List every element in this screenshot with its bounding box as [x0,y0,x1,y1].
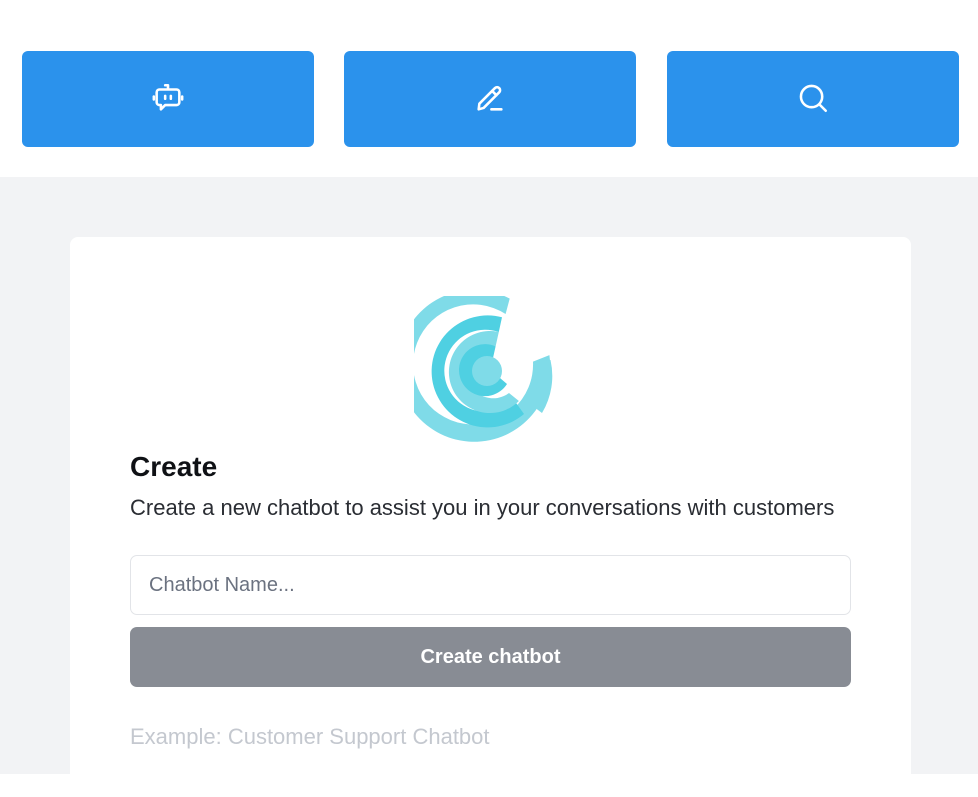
example-hint: Example: Customer Support Chatbot [130,724,490,749]
create-chatbot-card: Create Create a new chatbot to assist yo… [70,237,911,797]
main-area: Create Create a new chatbot to assist yo… [0,177,978,797]
spiral-logo [398,289,566,448]
edit-icon [473,81,507,118]
chatbot-name-input[interactable] [130,555,851,615]
chatbot-icon [151,81,185,118]
edit-button[interactable] [344,51,636,147]
top-navigation [0,0,978,177]
create-chatbot-button[interactable]: Create chatbot [130,627,851,687]
page-subtitle: Create a new chatbot to assist you in yo… [130,495,835,520]
chatbot-button[interactable] [22,51,314,147]
search-icon [796,81,830,118]
page-title: Create [130,451,218,482]
search-button[interactable] [667,51,959,147]
